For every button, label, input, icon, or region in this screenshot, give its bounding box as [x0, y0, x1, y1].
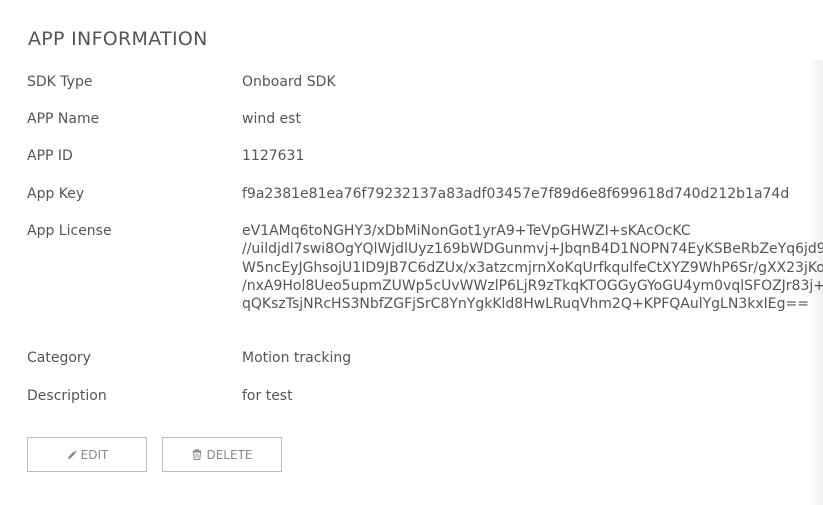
edit-button-label: EDIT [80, 447, 109, 462]
field-label: APP Name [27, 111, 100, 127]
delete-button[interactable]: DELETE [162, 437, 282, 472]
license-value: eV1AMq6toNGHY3/xDbMiNonGot1yrA9+TeVpGHWZ… [242, 222, 823, 313]
trash-icon [191, 449, 203, 461]
field-label: App Key [27, 186, 85, 202]
license-line: W5ncEyJGhsojU1ID9JB7C6dZUx/x3atzcmjrnXoK… [242, 259, 823, 276]
license-line: /nxA9Hol8Ueo5upmZUWp5cUvWWzlP6LjR9zTkqKT… [242, 277, 823, 294]
field-label: Description [27, 388, 107, 404]
pencil-icon [66, 449, 78, 461]
field-value: for test [242, 388, 293, 404]
delete-button-label: DELETE [206, 447, 253, 462]
section-title: APP INFORMATION [28, 28, 208, 50]
field-value: Onboard SDK [242, 74, 336, 90]
field-value: f9a2381e81ea76f79232137a83adf03457e7f89d… [242, 186, 790, 202]
license-line: qQKszTsjNRcHS3NbfZGFjSrC8YnYgkKld8HwLRuq… [242, 296, 809, 312]
field-label: APP ID [27, 148, 73, 164]
field-value: wind est [242, 111, 301, 127]
app-information-panel: APP INFORMATION SDK Type Onboard SDK APP… [0, 0, 823, 505]
field-label: SDK Type [27, 74, 93, 90]
license-line: //uildjdl7swi8OgYQlWjdlUyz169bWDGunmvj+J… [242, 241, 823, 258]
edit-button[interactable]: EDIT [27, 437, 147, 472]
field-label: Category [27, 350, 91, 366]
field-value: Motion tracking [242, 350, 352, 366]
field-value: 1127631 [242, 148, 305, 164]
field-label: App License [27, 223, 112, 239]
license-line: eV1AMq6toNGHY3/xDbMiNonGot1yrA9+TeVpGHWZ… [242, 223, 691, 239]
